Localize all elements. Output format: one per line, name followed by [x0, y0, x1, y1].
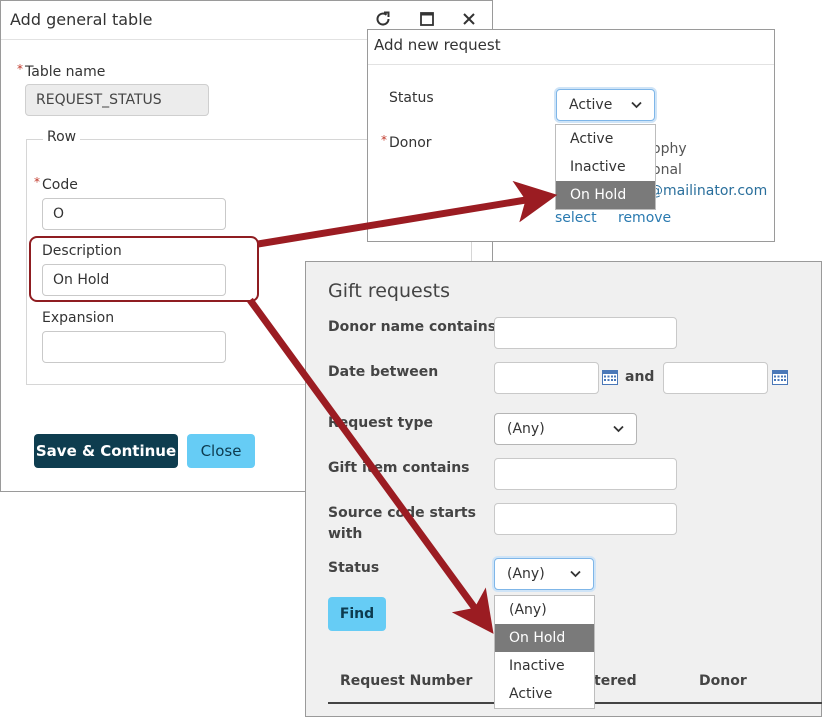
status-dropdown-list: (Any) On Hold Inactive Active — [494, 595, 595, 709]
close-button[interactable]: Close — [187, 434, 255, 468]
request-type-select[interactable]: (Any) — [494, 413, 637, 445]
gift-item-label: Gift item contains — [328, 460, 470, 476]
find-button[interactable]: Find — [328, 597, 386, 631]
donor-name-label: Donor name contains — [328, 319, 497, 335]
chevron-down-icon — [570, 566, 581, 582]
request-type-label: Request type — [328, 415, 433, 431]
status-label: Status — [328, 560, 380, 576]
source-code-label: Source code starts with — [328, 505, 476, 542]
dropdown-option[interactable]: Inactive — [556, 153, 655, 181]
donor-info-partial: ophy — [652, 141, 687, 157]
dropdown-option[interactable]: Inactive — [495, 652, 594, 680]
panel-title: Gift requests — [328, 280, 450, 302]
status-select-value: (Any) — [507, 566, 545, 582]
donor-name-input[interactable] — [494, 317, 677, 349]
remove-link[interactable]: remove — [618, 210, 671, 226]
status-dropdown-list: Active Inactive On Hold — [555, 124, 656, 210]
status-select[interactable]: Active — [556, 89, 655, 121]
calendar-icon[interactable] — [602, 370, 618, 385]
donor-email-partial: @mailinator.com — [649, 183, 768, 199]
date-between-label: Date between — [328, 364, 439, 380]
dialog-title: Add new request — [374, 36, 501, 54]
column-header-request-number[interactable]: Request Number — [340, 673, 472, 689]
table-name-field: REQUEST_STATUS — [25, 84, 209, 116]
date-from-input[interactable] — [494, 362, 599, 394]
code-field[interactable]: O — [42, 198, 226, 230]
dropdown-option-selected[interactable]: On Hold — [556, 181, 655, 209]
dropdown-option[interactable]: Active — [556, 125, 655, 153]
refresh-icon[interactable] — [374, 10, 392, 28]
gift-item-input[interactable] — [494, 458, 677, 490]
table-name-label: * Table name — [17, 62, 106, 80]
add-new-request-dialog: Add new request Status Active * Donor oph… — [367, 29, 775, 242]
dropdown-option[interactable]: (Any) — [495, 596, 594, 624]
source-code-input[interactable] — [494, 503, 677, 535]
save-continue-button[interactable]: Save & Continue — [34, 434, 178, 468]
expansion-field[interactable] — [42, 331, 226, 363]
and-label: and — [625, 369, 655, 385]
donor-info-partial: onal — [652, 162, 682, 178]
status-label: Status — [389, 90, 434, 106]
column-header-entered[interactable]: tered — [594, 673, 637, 689]
dialog-title: Add general table — [10, 10, 153, 29]
donor-label: * Donor — [381, 133, 432, 151]
dropdown-option-selected[interactable]: On Hold — [495, 624, 594, 652]
close-icon[interactable] — [460, 10, 478, 28]
maximize-icon[interactable] — [418, 10, 436, 28]
chevron-down-icon — [631, 97, 642, 113]
status-select[interactable]: (Any) — [494, 558, 594, 590]
request-type-value: (Any) — [507, 421, 545, 437]
row-legend: Row — [43, 129, 81, 145]
select-link[interactable]: select — [555, 210, 597, 226]
code-label: * Code — [34, 175, 78, 193]
dropdown-option[interactable]: Active — [495, 680, 594, 708]
chevron-down-icon — [613, 421, 624, 437]
dialog-titlebar: Add new request — [368, 30, 774, 65]
expansion-label: Expansion — [42, 310, 115, 326]
status-select-value: Active — [569, 97, 613, 113]
description-highlight — [29, 236, 259, 302]
calendar-icon[interactable] — [772, 370, 788, 385]
column-header-donor[interactable]: Donor — [699, 673, 747, 689]
date-to-input[interactable] — [663, 362, 768, 394]
gift-requests-panel: Gift requests Donor name contains Date b… — [305, 261, 822, 717]
